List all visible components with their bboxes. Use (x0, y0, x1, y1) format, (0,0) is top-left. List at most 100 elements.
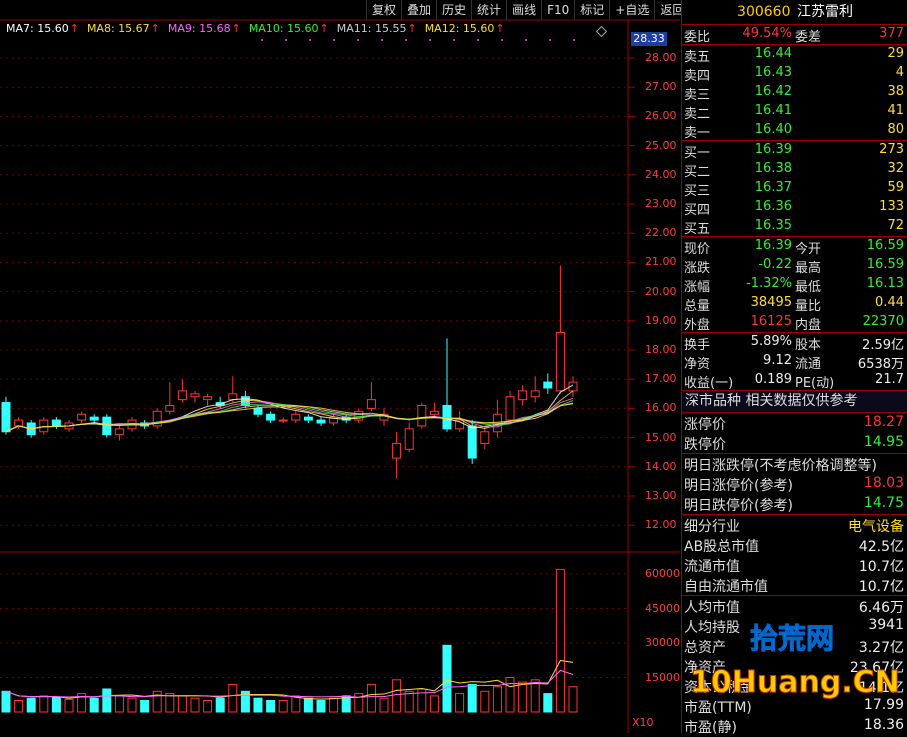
volume-bar[interactable] (429, 695, 439, 713)
volume-bar[interactable] (568, 686, 578, 713)
volume-bar[interactable] (203, 700, 213, 713)
volume-bar[interactable] (215, 697, 225, 713)
volume-bar[interactable] (102, 688, 112, 713)
candlestick[interactable] (165, 382, 175, 415)
book-row[interactable]: 卖三 16.42 38 (682, 83, 907, 103)
stat-value: 2.59亿 (862, 338, 904, 353)
volume-bar[interactable] (190, 697, 200, 713)
book-row[interactable]: 卖一 16.40 80 (682, 121, 907, 141)
toolbar-mark-button[interactable]: 标记 (574, 0, 609, 20)
volume-bar[interactable] (505, 677, 515, 713)
book-row[interactable]: 买二 16.38 32 (682, 160, 907, 180)
candlestick[interactable] (379, 408, 389, 426)
candlestick[interactable] (77, 411, 87, 423)
toolbar-fuquan-button[interactable]: 复权 (366, 0, 401, 20)
volume-bar[interactable] (543, 693, 553, 713)
candlestick[interactable] (518, 385, 528, 406)
toolbar-f10-button[interactable]: F10 (541, 0, 574, 20)
candlestick[interactable] (417, 402, 427, 429)
volume-bar[interactable] (39, 695, 49, 713)
book-row[interactable]: 卖二 16.41 41 (682, 102, 907, 122)
volume-bar[interactable] (89, 697, 99, 713)
volume-bar[interactable] (480, 690, 490, 713)
volume-bar[interactable] (1, 690, 11, 713)
book-row[interactable]: 卖四 16.43 4 (682, 64, 907, 84)
candlestick[interactable] (278, 417, 288, 423)
candlestick[interactable] (114, 425, 124, 441)
kline-chart[interactable] (0, 0, 680, 733)
stock-code: 300660 (737, 4, 791, 20)
candlestick[interactable] (543, 373, 553, 394)
candlestick[interactable] (266, 411, 276, 423)
candlestick[interactable] (102, 414, 112, 438)
volume-bar[interactable] (555, 568, 565, 713)
book-row[interactable]: 买三 16.37 59 (682, 179, 907, 199)
volume-bar[interactable] (291, 695, 301, 713)
kline-chart-area[interactable]: 复权 叠加 历史 统计 画线 F10 标记 +自选 返回 MA7: 15.60 ↑… (0, 0, 684, 733)
volume-bar[interactable] (228, 683, 238, 713)
candlestick[interactable] (480, 425, 490, 450)
candlestick[interactable] (203, 393, 213, 406)
info-value: 42.5亿 (858, 539, 904, 555)
volume-bar[interactable] (379, 697, 389, 713)
candlestick[interactable] (316, 417, 326, 426)
volume-bar[interactable] (26, 697, 36, 713)
market-note-band[interactable]: 深市品种 相关数据仅供参考 (682, 390, 907, 413)
volume-bar[interactable] (467, 683, 477, 713)
volume-bar[interactable] (404, 690, 414, 713)
candlestick[interactable] (51, 417, 61, 429)
toolbar-add-watchlist-button[interactable]: +自选 (609, 0, 654, 20)
volume-bar[interactable] (316, 700, 326, 713)
volume-bar[interactable] (152, 690, 162, 713)
candlestick[interactable] (530, 376, 540, 403)
candlestick[interactable] (177, 379, 187, 403)
volume-bar[interactable] (455, 693, 465, 713)
quote-stats: 现价 16.39 今开 16.59 涨跌 -0.22 最高 16.59 涨幅 -1.32% 最低 16… (682, 237, 907, 333)
book-row[interactable]: 卖五 16.44 29 (682, 45, 907, 65)
candlestick[interactable] (152, 408, 162, 429)
volume-bar[interactable] (127, 697, 137, 713)
toolbar-draw-button[interactable]: 画线 (506, 0, 541, 20)
candlestick[interactable] (555, 265, 565, 394)
candlestick[interactable] (429, 402, 439, 418)
toolbar-stats-button[interactable]: 统计 (471, 0, 506, 20)
volume-bar[interactable] (442, 644, 452, 713)
book-row[interactable]: 买一 16.39 273 (682, 141, 907, 161)
stat-value: 6538万 (857, 357, 904, 372)
volume-bar[interactable] (64, 698, 74, 713)
volume-bar[interactable] (530, 679, 540, 713)
volume-bar[interactable] (329, 697, 339, 713)
book-row[interactable]: 买五 16.35 72 (682, 217, 907, 237)
volume-bar[interactable] (51, 696, 61, 713)
candlestick[interactable] (89, 414, 99, 423)
volume-bar[interactable] (492, 686, 502, 713)
candlestick[interactable] (291, 411, 301, 423)
candlestick[interactable] (303, 414, 313, 423)
candlestick[interactable] (228, 376, 238, 403)
candlestick[interactable] (392, 431, 402, 479)
candlestick[interactable] (404, 423, 414, 453)
diamond-icon[interactable] (595, 25, 608, 38)
volume-bar[interactable] (278, 700, 288, 713)
volume-bar[interactable] (266, 700, 276, 713)
volume-bar[interactable] (177, 695, 187, 713)
candlestick[interactable] (190, 390, 200, 403)
stock-title[interactable]: 300660 江苏雷利 (682, 0, 907, 25)
toolbar-overlay-button[interactable]: 叠加 (401, 0, 436, 20)
candlestick[interactable] (366, 382, 376, 412)
volume-bar[interactable] (392, 679, 402, 713)
candlestick[interactable] (1, 396, 11, 435)
volume-bar[interactable] (114, 695, 124, 713)
volume-bar[interactable] (518, 681, 528, 713)
volume-bar[interactable] (140, 700, 150, 713)
volume-bar[interactable] (14, 700, 24, 713)
book-row[interactable]: 买四 16.36 133 (682, 198, 907, 218)
toolbar-history-button[interactable]: 历史 (436, 0, 471, 20)
volume-bar[interactable] (253, 697, 263, 713)
volume-bar[interactable] (366, 683, 376, 713)
candlestick[interactable] (492, 399, 502, 438)
volume-bar[interactable] (303, 697, 313, 713)
candlestick[interactable] (505, 390, 515, 423)
industry-value[interactable]: 电气设备 (848, 516, 904, 536)
candlestick[interactable] (39, 417, 49, 435)
